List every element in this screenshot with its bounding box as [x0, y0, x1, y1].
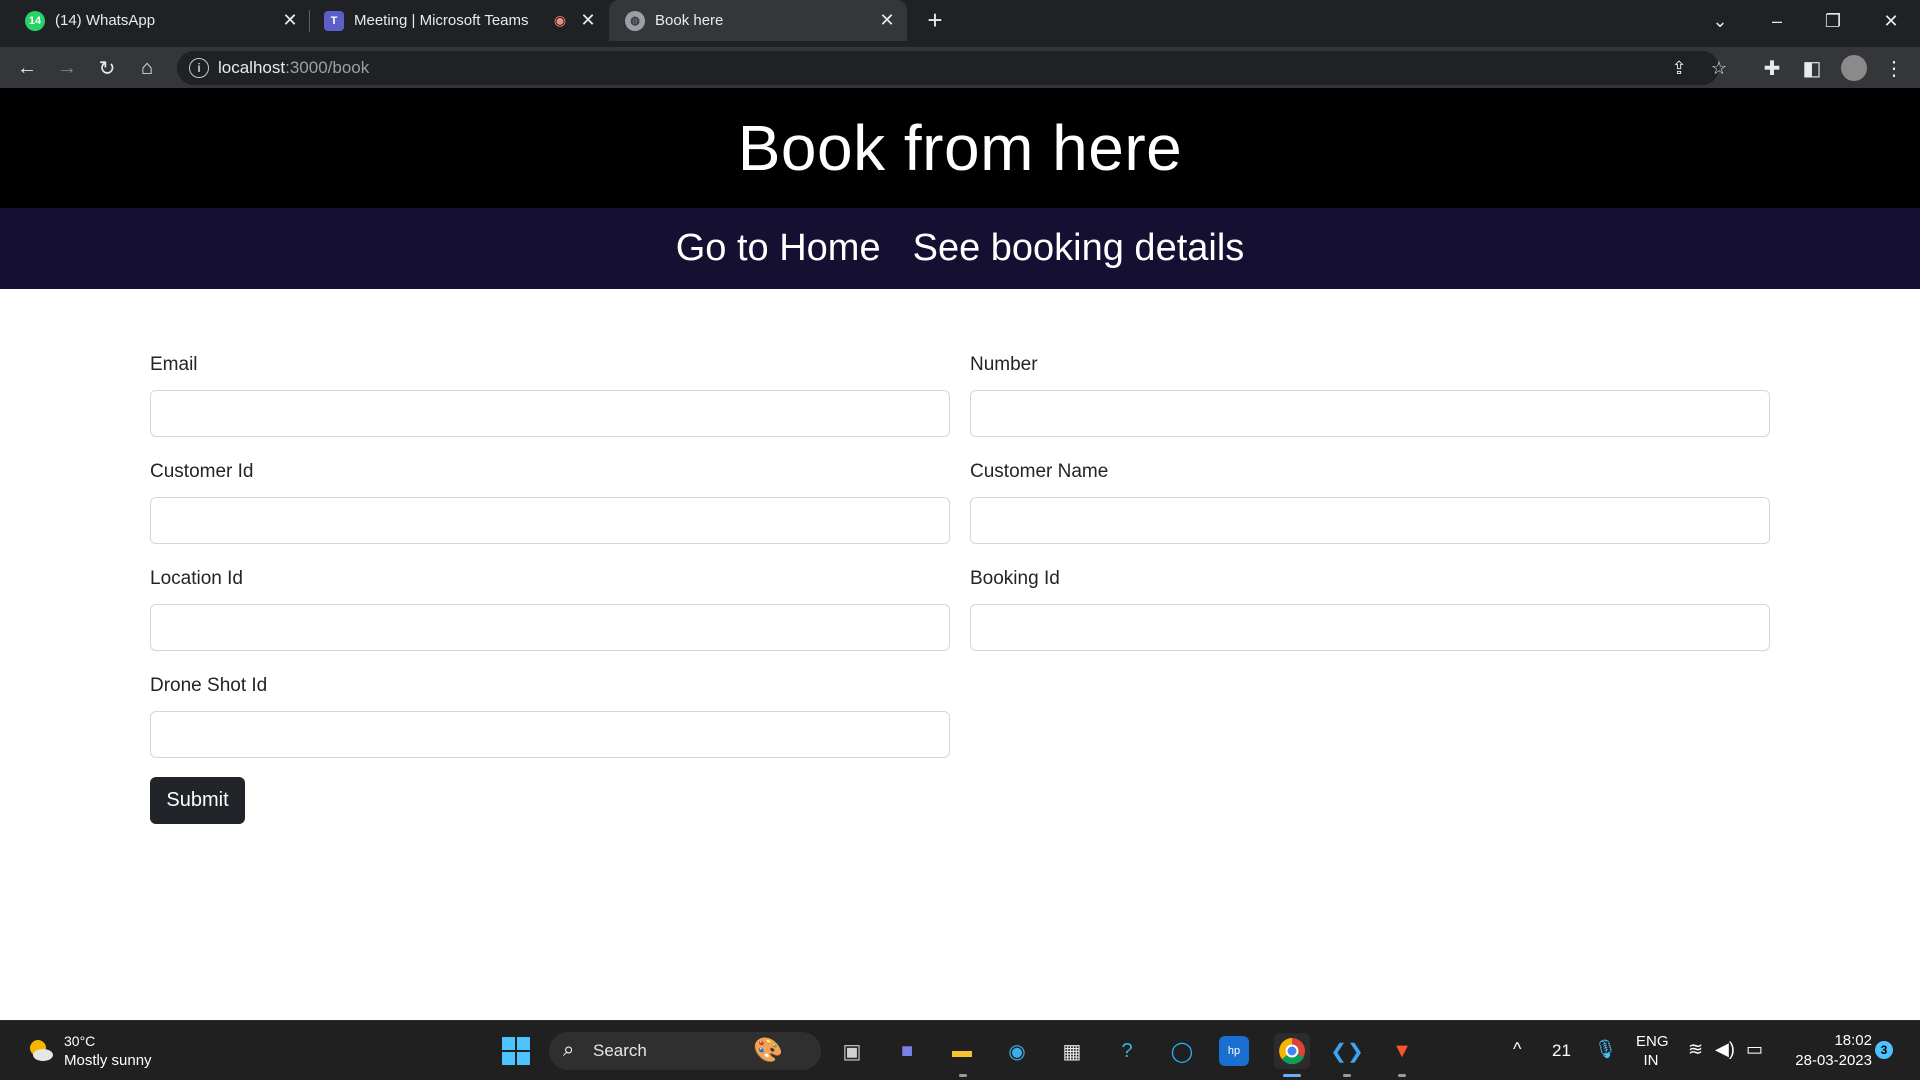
customer-id-field[interactable] — [150, 497, 950, 544]
language-line-1[interactable]: ENG — [1636, 1033, 1669, 1050]
language-line-2: IN — [1643, 1052, 1659, 1069]
close-tab-icon[interactable]: ✕ — [877, 10, 897, 31]
location-id-field[interactable] — [150, 604, 950, 651]
weather-desc: Mostly sunny — [64, 1052, 152, 1069]
profile-avatar[interactable] — [1839, 53, 1869, 83]
address-bar[interactable]: i localhost:3000/book ⇪ ☆ — [177, 51, 1727, 85]
submit-button[interactable]: Submit — [150, 777, 245, 824]
drone-shot-id-field[interactable] — [150, 711, 950, 758]
chrome-icon[interactable] — [1274, 1033, 1310, 1069]
battery-icon[interactable]: ▭ — [1746, 1039, 1763, 1060]
minimize-icon[interactable]: – — [1762, 6, 1792, 36]
home-icon[interactable]: ⌂ — [132, 53, 162, 83]
url-text: localhost:3000/book — [218, 58, 370, 77]
customer-id-label: Customer Id — [150, 461, 254, 482]
browser-toolbar: ← → ↻ ⌂ i localhost:3000/book ⇪ ☆ ✚ ◧ ⋮ — [0, 47, 1920, 88]
wifi-icon[interactable]: ≋ — [1688, 1039, 1703, 1060]
running-indicator — [959, 1074, 967, 1077]
myhp-icon[interactable]: hp — [1219, 1036, 1249, 1066]
weather-temp: 30°C — [64, 1033, 96, 1049]
site-info-icon[interactable]: i — [189, 58, 209, 78]
search-highlight-icon: 🎨 — [753, 1037, 783, 1064]
teams-chat-icon[interactable]: ■ — [889, 1033, 925, 1069]
file-explorer-icon[interactable]: ▬ — [944, 1033, 980, 1069]
microphone-icon[interactable]: 🎙 — [1594, 1039, 1617, 1060]
booking-id-group: Booking Id — [970, 568, 1770, 651]
brave-icon[interactable]: ▼ — [1384, 1033, 1420, 1069]
running-indicator-active — [1283, 1074, 1301, 1077]
globe-icon: ◍ — [625, 10, 645, 31]
tray-chevron-up-icon[interactable]: ^ — [1513, 1039, 1521, 1060]
task-view-icon[interactable]: ▣ — [834, 1033, 870, 1069]
tray-number: 21 — [1552, 1041, 1571, 1060]
taskbar: 30°C Mostly sunny ⌕ Search 🎨 ▣ ■ ▬ ◉ ▦ ?… — [0, 1020, 1920, 1080]
close-tab-icon[interactable]: ✕ — [280, 10, 300, 31]
get-help-icon[interactable]: ? — [1109, 1033, 1145, 1069]
microsoft-store-icon[interactable]: ▦ — [1054, 1033, 1090, 1069]
main-nav: Go to Home See booking details — [0, 208, 1920, 289]
tab-teams[interactable]: T Meeting | Microsoft Teams ◉ ✕ — [310, 0, 606, 41]
forward-arrow-icon[interactable]: → — [52, 53, 82, 83]
number-label: Number — [970, 354, 1038, 375]
weather-sun-cloud-icon[interactable] — [26, 1035, 56, 1065]
whatsapp-icon: 14 — [25, 10, 45, 31]
bookmark-star-icon[interactable]: ☆ — [1707, 56, 1731, 80]
taskbar-search[interactable]: ⌕ Search 🎨 — [549, 1032, 821, 1070]
tab-title: (14) WhatsApp — [55, 12, 156, 29]
browser-tabstrip: 14 (14) WhatsApp ✕ T Meeting | Microsoft… — [0, 0, 1920, 47]
booking-id-field[interactable] — [970, 604, 1770, 651]
running-indicator — [1343, 1074, 1351, 1077]
notification-badge[interactable]: 3 — [1875, 1041, 1893, 1059]
clock-time[interactable]: 18:02 — [1780, 1032, 1872, 1049]
start-windows-icon[interactable] — [498, 1033, 534, 1069]
teams-icon: T — [324, 10, 344, 31]
side-panel-icon[interactable]: ◧ — [1797, 53, 1827, 83]
share-icon[interactable]: ⇪ — [1667, 56, 1691, 80]
page-header: Book from here — [0, 88, 1920, 208]
email-group: Email — [150, 354, 950, 437]
reload-icon[interactable]: ↻ — [92, 53, 122, 83]
tab-title: Meeting | Microsoft Teams — [354, 12, 529, 29]
back-arrow-icon[interactable]: ← — [12, 53, 42, 83]
nav-link-booking-details[interactable]: See booking details — [913, 227, 1245, 270]
alexa-icon[interactable]: ◯ — [1164, 1033, 1200, 1069]
vscode-icon[interactable]: ❮❯ — [1329, 1033, 1365, 1069]
speaker-icon[interactable]: ◀) — [1715, 1039, 1735, 1060]
close-window-icon[interactable]: ✕ — [1876, 6, 1906, 36]
email-field[interactable] — [150, 390, 950, 437]
restore-icon[interactable]: ❐ — [1818, 6, 1848, 36]
drone-shot-id-label: Drone Shot Id — [150, 675, 268, 696]
browser-menu-icon[interactable]: ⋮ — [1879, 53, 1909, 83]
close-tab-icon[interactable]: ✕ — [578, 10, 598, 31]
tab-search-chevron-icon[interactable]: ⌄ — [1705, 6, 1735, 36]
customer-name-label: Customer Name — [970, 461, 1109, 482]
email-label: Email — [150, 354, 198, 375]
search-icon: ⌕ — [563, 1039, 575, 1061]
recording-icon: ◉ — [553, 12, 567, 28]
new-tab-button[interactable]: + — [922, 7, 948, 34]
search-label: Search — [593, 1041, 647, 1060]
customer-name-field[interactable] — [970, 497, 1770, 544]
extensions-puzzle-icon[interactable]: ✚ — [1757, 53, 1787, 83]
customer-id-group: Customer Id — [150, 461, 950, 544]
drone-shot-id-group: Drone Shot Id — [150, 675, 950, 758]
clock-date[interactable]: 28-03-2023 — [1780, 1052, 1872, 1069]
tab-whatsapp[interactable]: 14 (14) WhatsApp ✕ — [0, 0, 305, 41]
customer-name-group: Customer Name — [970, 461, 1770, 544]
location-id-label: Location Id — [150, 568, 243, 589]
tab-book-here[interactable]: ◍ Book here ✕ — [609, 0, 907, 41]
number-field[interactable] — [970, 390, 1770, 437]
tab-title: Book here — [655, 12, 724, 29]
page-title: Book from here — [737, 112, 1183, 184]
location-id-group: Location Id — [150, 568, 950, 651]
edge-icon[interactable]: ◉ — [999, 1033, 1035, 1069]
booking-id-label: Booking Id — [970, 568, 1060, 589]
nav-link-home[interactable]: Go to Home — [676, 227, 881, 270]
number-group: Number — [970, 354, 1770, 437]
running-indicator — [1398, 1074, 1406, 1077]
